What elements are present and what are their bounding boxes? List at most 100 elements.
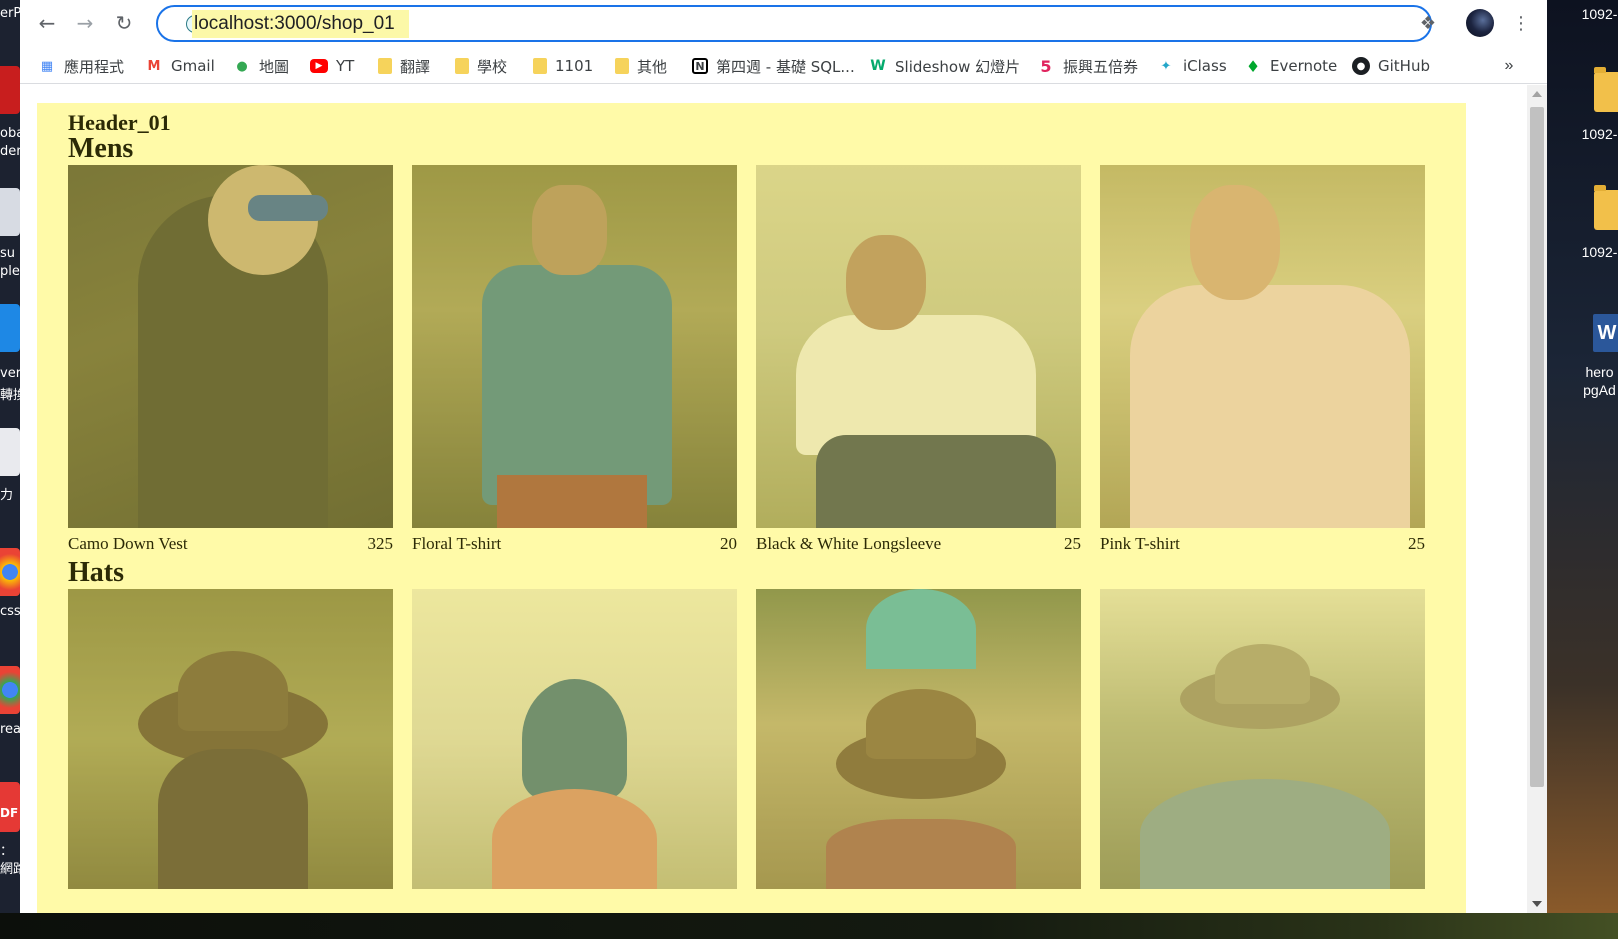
desktop-label: ple (0, 264, 20, 279)
url-input[interactable]: localhost:3000/shop_01 (192, 10, 409, 38)
product-name: Pink T-shirt (1100, 534, 1180, 553)
folder-icon (455, 58, 469, 74)
w3schools-icon: W (870, 58, 886, 74)
product-image-hat-4[interactable] (1100, 589, 1425, 889)
youtube-icon: ▶ (310, 59, 328, 73)
arrow-left-icon[interactable]: ← (32, 8, 62, 38)
section-title-hats: Hats (68, 557, 124, 588)
bookmark-label: 應用程式 (64, 57, 125, 76)
chrome-icon[interactable] (0, 548, 20, 596)
app-icon[interactable] (0, 428, 20, 476)
product-card[interactable]: Black & White Longsleeve 25 (756, 165, 1081, 559)
address-bar[interactable]: localhost:3000/shop_01 (156, 5, 1432, 42)
folder-icon[interactable] (1594, 67, 1618, 112)
bookmark-evernote[interactable]: ♦ Evernote (1244, 54, 1337, 78)
product-card[interactable] (68, 589, 393, 889)
bookmark-w3schools[interactable]: W Slideshow 幻燈片 (869, 54, 1020, 78)
product-card[interactable]: Camo Down Vest 325 (68, 165, 393, 559)
arrow-right-icon[interactable]: → (70, 8, 100, 38)
maps-pin-icon: ● (236, 58, 248, 74)
reload-icon[interactable]: ↻ (109, 8, 139, 38)
product-image-longsleeve[interactable] (756, 165, 1081, 528)
folder-icon (378, 58, 392, 74)
browser-toolbar: ← → ↻ localhost:3000/shop_01 ❖ ⋮ (20, 0, 1547, 46)
desktop-left-icons: erP oba der su ple ver 轉換 力 css rea DF ：… (0, 0, 20, 913)
product-image-hat-1[interactable] (68, 589, 393, 889)
desktop-label: rea (0, 722, 20, 737)
desktop-label: 力 (0, 488, 14, 503)
bookmark-label: 學校 (477, 57, 508, 76)
desktop-label: oba (0, 126, 20, 141)
page-scrollbar[interactable] (1527, 85, 1547, 913)
notion-icon: N (692, 58, 708, 74)
profile-avatar[interactable] (1466, 9, 1494, 37)
product-image-floral-tshirt[interactable] (412, 165, 737, 528)
bookmark-folder-translate[interactable]: 翻譯 (378, 54, 430, 78)
apps-grid-icon: ▦ (40, 58, 54, 74)
bookmark-label: Evernote (1270, 57, 1338, 75)
bookmark-label: 地圖 (259, 57, 290, 76)
bookmark-apps[interactable]: ▦ 應用程式 (38, 54, 124, 78)
converter-icon[interactable] (0, 304, 20, 352)
scroll-down-arrow-icon[interactable] (1532, 901, 1542, 907)
five-icon: 5 (1040, 56, 1052, 76)
product-grid-hats (68, 589, 1466, 889)
product-card[interactable]: Pink T-shirt 25 (1100, 165, 1425, 559)
product-card[interactable] (756, 589, 1081, 889)
desktop-right-icons: 1092- 1092- 1092- W hero pgAd (1547, 0, 1618, 913)
chrome-icon[interactable] (0, 666, 20, 714)
desktop-label: css (0, 604, 20, 619)
bookmark-yt[interactable]: ▶ YT (310, 54, 354, 78)
acrobat-icon[interactable] (0, 66, 20, 114)
bookmark-label: 其他 (637, 57, 668, 76)
extensions-puzzle-icon[interactable]: ❖ (1413, 8, 1443, 38)
bookmark-github[interactable]: ● GitHub (1352, 54, 1430, 78)
evernote-icon: ♦ (1245, 56, 1261, 76)
desktop-label: pgAd (1583, 382, 1616, 398)
desktop-label: der (0, 144, 20, 159)
bookmark-label: 第四週 - 基礎 SQL... (716, 57, 855, 76)
bookmark-maps[interactable]: ● 地圖 (233, 54, 289, 78)
shield-icon[interactable] (0, 188, 20, 236)
folder-icon[interactable] (1594, 185, 1618, 230)
product-image-pink-tshirt[interactable] (1100, 165, 1425, 528)
product-card[interactable] (412, 589, 737, 889)
desktop-label: 轉換 (0, 388, 20, 403)
gmail-icon: M (147, 58, 161, 74)
scrollbar-thumb[interactable] (1530, 107, 1544, 787)
bookmark-folder-1101[interactable]: 1101 (533, 54, 593, 78)
github-icon: ● (1352, 57, 1370, 75)
folder-icon (615, 58, 629, 74)
bookmark-iclass[interactable]: ✦ iClass (1157, 54, 1227, 78)
page-header: Header_01 (68, 110, 171, 135)
product-image-camo-vest[interactable] (68, 165, 393, 528)
bookmark-folder-school[interactable]: 學校 (455, 54, 507, 78)
product-card[interactable] (1100, 589, 1425, 889)
scroll-up-arrow-icon[interactable] (1532, 91, 1542, 97)
desktop-label: 1092- (1581, 6, 1618, 22)
bookmark-label: Gmail (171, 57, 215, 75)
product-price: 25 (1064, 534, 1081, 553)
desktop-label: hero (1585, 364, 1614, 380)
bookmarks-overflow-chevron-icon[interactable]: » (1498, 54, 1520, 78)
bookmark-folder-other[interactable]: 其他 (615, 54, 667, 78)
shop-page: Header_01 Mens Camo Down Vest 325 Floral… (37, 103, 1466, 913)
bookmark-gmail[interactable]: M Gmail (145, 54, 215, 78)
product-price: 20 (720, 534, 737, 553)
bookmark-label: iClass (1183, 57, 1227, 75)
product-image-hat-3[interactable] (756, 589, 1081, 889)
product-card[interactable]: Floral T-shirt 20 (412, 165, 737, 559)
bookmark-five-times[interactable]: 5 振興五倍券 (1037, 54, 1138, 78)
product-name: Floral T-shirt (412, 534, 502, 553)
bookmark-notion-sql[interactable]: N 第四週 - 基礎 SQL... (692, 54, 855, 78)
product-image-hat-2[interactable] (412, 589, 737, 889)
kebab-menu-icon[interactable]: ⋮ (1506, 8, 1536, 38)
iclass-icon: ✦ (1160, 58, 1172, 74)
desktop-label: DF (0, 806, 19, 820)
browser-window: ← → ↻ localhost:3000/shop_01 ❖ ⋮ ▦ 應用程式 … (20, 0, 1547, 913)
taskbar (0, 913, 1618, 939)
bookmark-label: 1101 (555, 57, 594, 75)
word-document-icon[interactable]: W (1593, 314, 1618, 352)
desktop-label: ： (0, 844, 14, 859)
desktop-label: 1092- (1581, 244, 1618, 260)
